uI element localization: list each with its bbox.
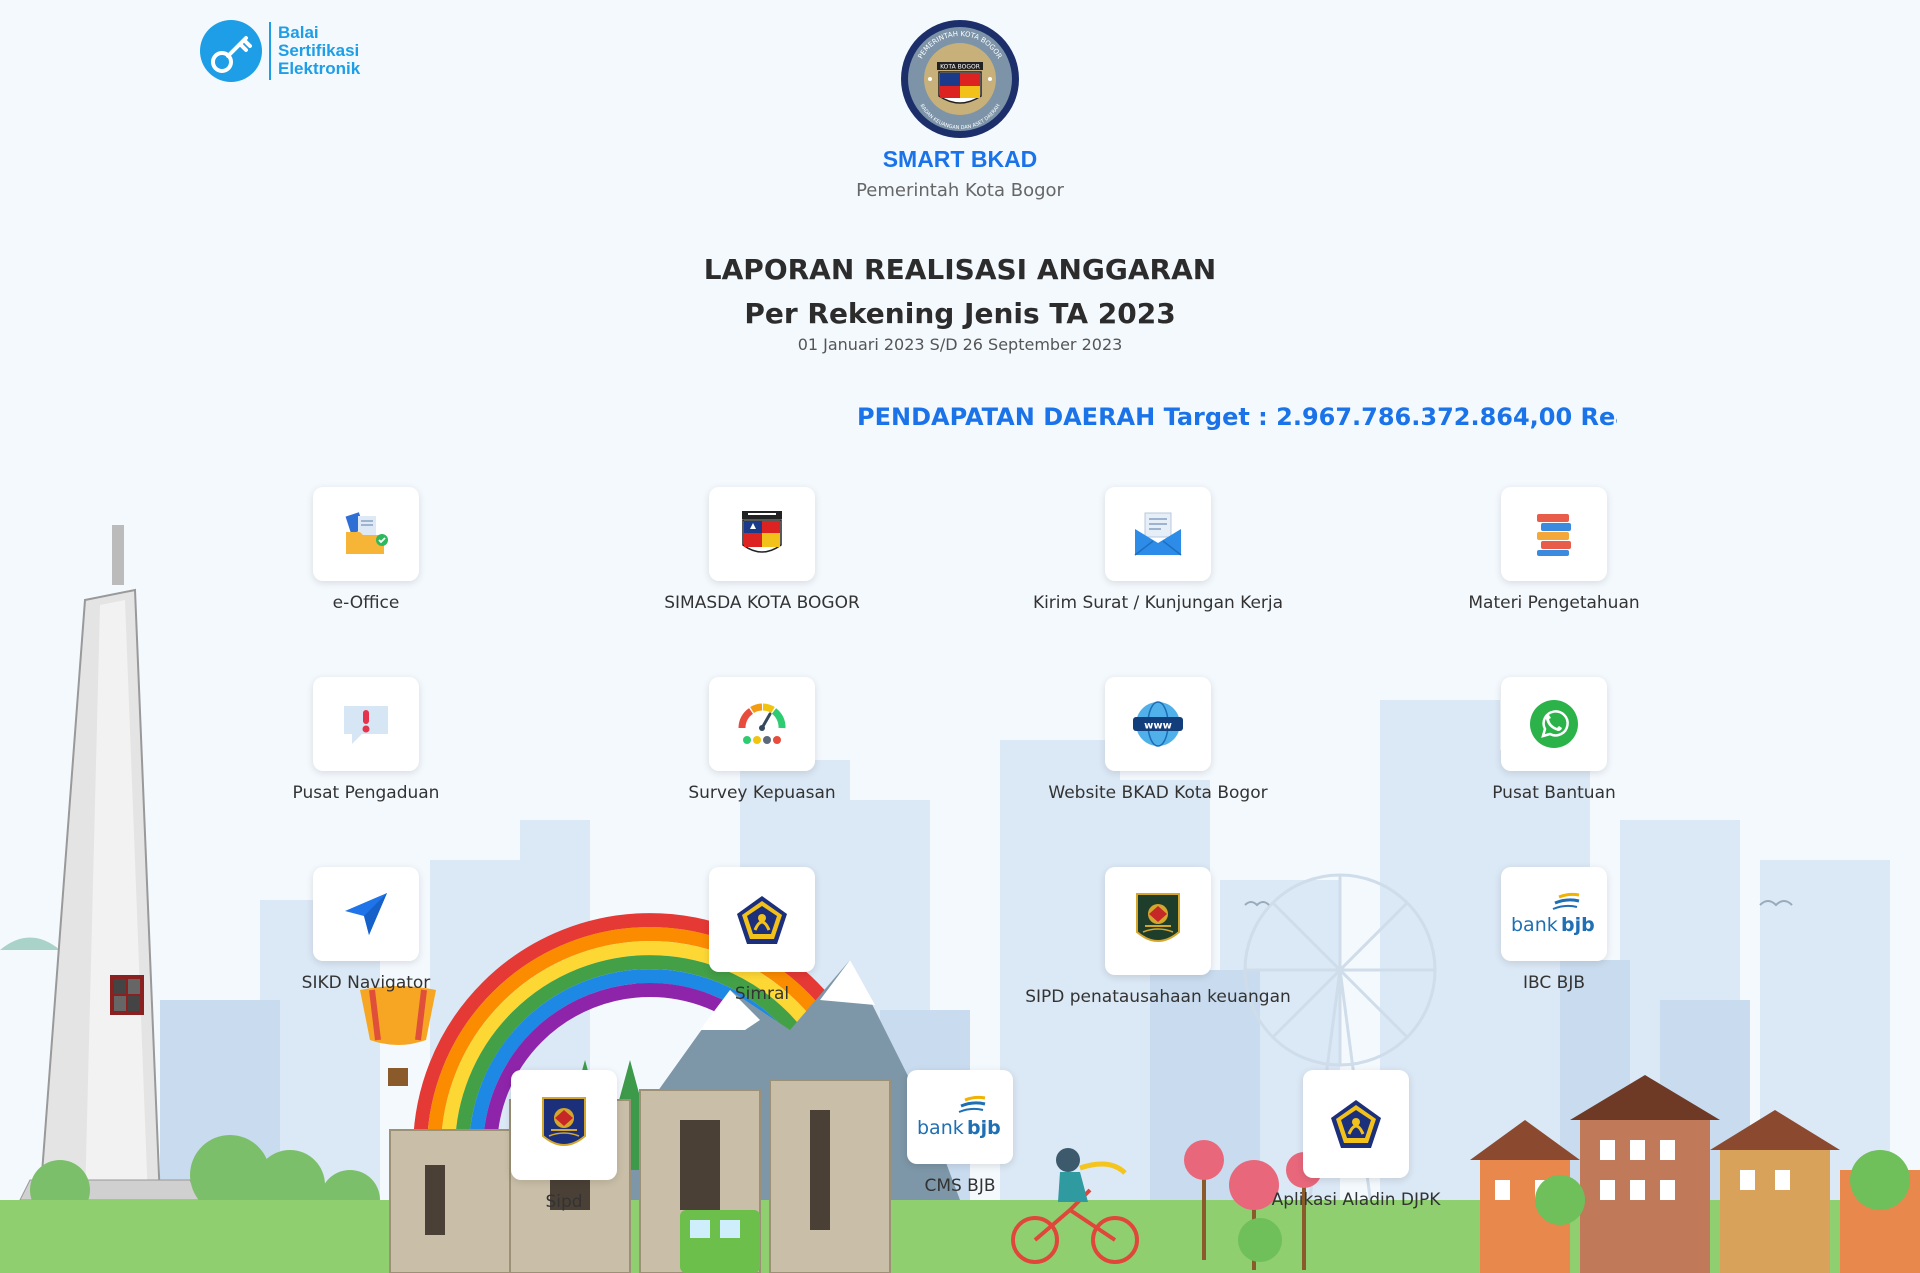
seal-center-text: KOTA BOGOR [940,64,980,71]
bse-key-icon [200,20,262,82]
app-tile-simral[interactable]: Simral [612,867,912,1004]
bse-divider [269,22,271,80]
app-tile-aladin-djpk[interactable]: Aplikasi Aladin DJPK [1206,1070,1506,1210]
kemendagri-logo-icon [542,1097,586,1146]
svg-text:www: www [1144,721,1172,732]
bank-logo-bank-text: bank [1511,914,1558,936]
app-tile-label: Aplikasi Aladin DJPK [1271,1190,1441,1210]
app-tile-icon-box[interactable] [511,1070,617,1180]
app-tile-ibc-bjb[interactable]: bank bjb IBC BJB [1404,867,1704,993]
app-tile-icon-box[interactable]: bank bjb [907,1070,1013,1164]
app-tile-cms-bjb[interactable]: bank bjb CMS BJB [810,1070,1110,1196]
app-tile-icon-box[interactable] [1501,487,1607,581]
bse-logo: Balai Sertifikasi Elektronik [200,18,375,84]
report-date-range: 01 Januari 2023 S/D 26 September 2023 [797,335,1123,354]
app-name: SMART BKAD [882,146,1038,172]
bse-line1: Balai [278,23,319,42]
pemkot-bogor-seal-logo: PEMERINTAH KOTA BOGOR BADAN KEUANGAN DAN… [901,20,1019,138]
app-tile-icon-box[interactable] [313,487,419,581]
bank-bjb-logo-icon: bank bjb [917,1095,1001,1139]
app-tile-label: e-Office [332,593,400,613]
app-tile-materi-pengetahuan[interactable]: Materi Pengetahuan [1404,487,1704,613]
app-tile-icon-box[interactable] [1501,677,1607,771]
report-title: LAPORAN REALISASI ANGGARAN Per Rekening … [560,248,1360,336]
revenue-ticker-text: PENDAPATAN DAERAH Target : 2.967.786.372… [857,403,1617,431]
app-tile-label: Materi Pengetahuan [1468,593,1640,613]
bse-line3: Elektronik [278,59,361,78]
app-tile-label: Website BKAD Kota Bogor [1048,783,1268,803]
app-tile-icon-box[interactable]: www [1105,677,1211,771]
app-tile-pusat-pengaduan[interactable]: Pusat Pengaduan [216,677,516,803]
app-tile-label: Pusat Bantuan [1492,783,1616,803]
app-tile-simasda[interactable]: SIMASDA KOTA BOGOR [612,487,912,613]
report-title-line2: Per Rekening Jenis TA 2023 [744,297,1176,330]
complaint-icon [344,706,388,744]
app-tile-label: SIPD penatausahaan keuangan [1025,987,1291,1007]
app-tile-survey-kepuasan[interactable]: Survey Kepuasan [612,677,912,803]
app-tile-pusat-bantuan[interactable]: Pusat Bantuan [1404,677,1704,803]
gauge-icon [738,703,786,744]
app-tile-icon-box[interactable] [709,487,815,581]
app-tile-sipd[interactable]: Sipd [414,1070,714,1212]
app-tile-icon-box[interactable] [313,867,419,961]
app-tile-label: Sipd [545,1192,583,1212]
app-tile-label: Simral [734,984,790,1004]
app-tile-sipd-penatausahaan[interactable]: SIPD penatausahaan keuangan [1008,867,1308,1007]
app-tile-label: SIKD Navigator [301,973,431,993]
app-tile-icon-box[interactable] [313,677,419,771]
whatsapp-icon [1530,700,1578,748]
app-tile-kirim-surat[interactable]: Kirim Surat / Kunjungan Kerja [1008,487,1308,613]
revenue-ticker: PENDAPATAN DAERAH Target : 2.967.786.372… [857,403,1617,439]
bank-logo-bjb-text: bjb [967,1117,1001,1139]
app-tile-label: SIMASDA KOTA BOGOR [664,593,860,613]
app-tile-label: Kirim Surat / Kunjungan Kerja [1032,593,1284,613]
report-title-line1: LAPORAN REALISASI ANGGARAN [703,253,1217,286]
globe-www-icon: www [1133,701,1183,747]
folder-docs-icon [345,512,388,554]
app-tile-icon-box[interactable] [1303,1070,1409,1178]
mail-icon [1134,512,1182,556]
app-tile-label: Pusat Pengaduan [292,783,440,803]
bank-logo-bjb-text: bjb [1561,914,1595,936]
kemendagri-logo-icon [1136,893,1180,942]
app-tile-e-office[interactable]: e-Office [216,487,516,613]
app-tile-icon-box[interactable] [709,867,815,972]
books-icon [1537,514,1571,556]
app-tile-icon-box[interactable] [1105,487,1211,581]
navigation-arrow-icon [345,893,387,935]
app-tile-label: CMS BJB [924,1176,996,1196]
app-tile-label: IBC BJB [1523,973,1585,993]
bse-line2: Sertifikasi [278,41,360,60]
app-tile-website-bkad[interactable]: www Website BKAD Kota Bogor [1008,677,1308,803]
bank-logo-bank-text: bank [917,1117,964,1139]
app-tile-icon-box[interactable] [709,677,815,771]
kemenkeu-logo-icon [1331,1100,1381,1148]
kota-bogor-crest-icon [742,511,782,553]
app-tile-icon-box[interactable] [1105,867,1211,975]
app-subtitle: Pemerintah Kota Bogor [856,180,1064,201]
app-tile-sikd-navigator[interactable]: SIKD Navigator [216,867,516,993]
kemenkeu-logo-icon [737,895,787,944]
app-tile-label: Survey Kepuasan [688,783,836,803]
app-tile-icon-box[interactable]: bank bjb [1501,867,1607,961]
bank-bjb-logo-icon: bank bjb [1511,892,1595,936]
